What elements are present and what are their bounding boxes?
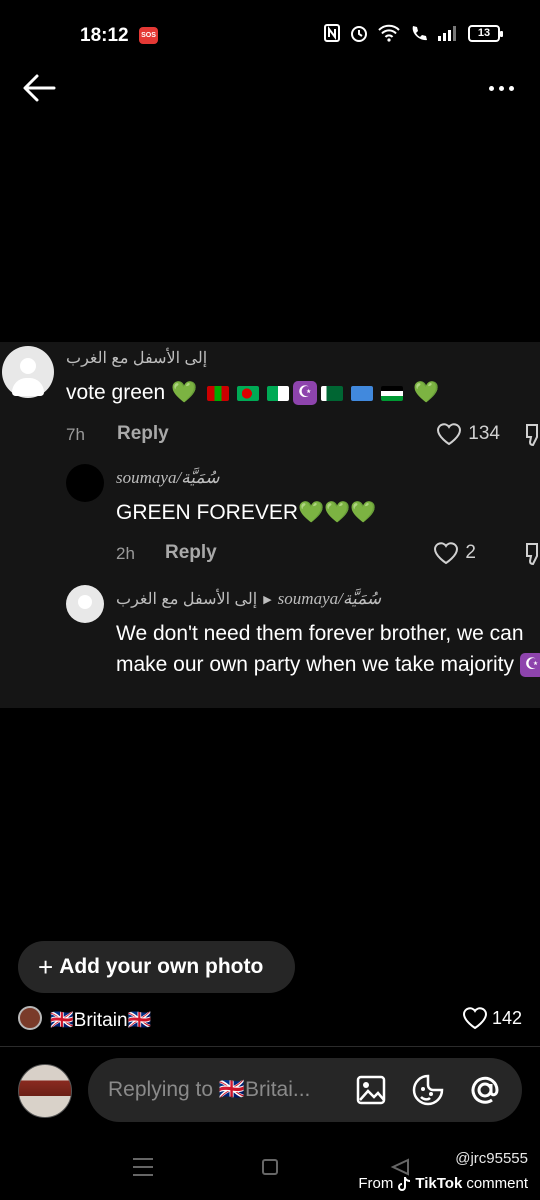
comment-screenshot: إلى الأسفل مع الغرب vote green 💚 ☪ 💚 7h … [0, 342, 540, 708]
volte-icon [412, 26, 427, 41]
alarm-icon [351, 26, 367, 42]
flag-icon [237, 385, 260, 401]
avatar [66, 464, 104, 502]
comment-body: We don't need them forever brother, we c… [116, 622, 524, 676]
sticker-icon[interactable] [410, 1072, 446, 1108]
post-author-row: 🇬🇧Britain🇬🇧 142 [18, 1004, 522, 1034]
crescent-emoji: ☪ [519, 653, 540, 678]
reply-header: إلى الأسفل مع الغرب ▶ soumaya/سُمَيَّة [116, 589, 381, 609]
more-horizontal-icon[interactable] [484, 76, 518, 100]
comment-username: soumaya/سُمَيَّة [116, 468, 220, 487]
dislike-icon[interactable] [524, 541, 540, 567]
comment-text: We don't need them forever brother, we c… [116, 618, 540, 680]
comment-body: GREEN FOREVER [116, 501, 299, 524]
heart-outline-icon [437, 423, 462, 446]
post-like-count: 142 [491, 1007, 522, 1028]
nfc-icon [324, 24, 340, 42]
add-photo-label: Add your own photo [59, 955, 264, 978]
image-icon[interactable] [353, 1072, 389, 1108]
green-heart-emoji: 💚 [324, 501, 351, 524]
comment-age: 7h [66, 425, 85, 444]
plus-icon: + [38, 952, 54, 982]
crescent-emoji: ☪ [293, 381, 318, 406]
status-time: 18:12 [80, 25, 129, 46]
battery-icon: 13 [468, 24, 503, 42]
heart-outline-icon [462, 1007, 487, 1030]
green-heart-emoji: 💚 [350, 501, 377, 524]
comment-username: إلى الأسفل مع الغرب [66, 350, 208, 367]
flag-icon [207, 385, 230, 401]
watermark-suffix: comment [466, 1175, 528, 1192]
sos-badge: SOS [139, 27, 158, 44]
green-heart-emoji: 💚 [412, 381, 440, 404]
avatar [66, 585, 104, 623]
avatar[interactable] [18, 1064, 72, 1118]
add-photo-button[interactable]: + Add your own photo [18, 941, 295, 993]
reply-button[interactable]: Reply [165, 542, 217, 564]
flag-icon [351, 385, 374, 401]
heart-outline-icon [434, 542, 459, 565]
recent-apps-icon[interactable] [133, 1158, 153, 1176]
avatar [2, 346, 54, 398]
post-like-button[interactable]: 142 [462, 1006, 522, 1030]
flag-icon [321, 385, 344, 401]
avatar[interactable] [18, 1006, 42, 1030]
status-bar: 18:12 SOS 13 [0, 0, 540, 70]
green-heart-emoji: 💚 [171, 381, 198, 404]
status-icons: 13 [324, 24, 503, 42]
system-back-icon[interactable] [390, 1158, 410, 1176]
arrow-left-icon[interactable] [20, 70, 60, 106]
wifi-icon [378, 24, 400, 42]
tiktok-logo-icon [398, 1176, 411, 1191]
screen: 18:12 SOS 13 إلى الأسفل مع الغرب vote gr… [0, 0, 540, 1200]
like-button[interactable]: 134 [436, 422, 500, 446]
comment-text: vote green 💚 ☪ 💚 [66, 377, 439, 408]
comment-text: GREEN FOREVER💚💚💚 [116, 497, 377, 528]
flag-icon [267, 385, 290, 401]
divider [0, 1046, 540, 1047]
like-button[interactable]: 2 [433, 541, 476, 565]
reply-to-username: soumaya/سُمَيَّة [277, 589, 382, 608]
comment-age: 2h [116, 544, 135, 563]
watermark-brand: TikTok [415, 1175, 463, 1192]
post-author[interactable]: 🇬🇧Britain🇬🇧 [50, 1008, 151, 1032]
reply-input-placeholder: Replying to 🇬🇧Britai... [108, 1078, 311, 1101]
signal-icon [438, 26, 456, 41]
mention-icon[interactable] [467, 1072, 503, 1108]
reply-input[interactable]: Replying to 🇬🇧Britai... [88, 1058, 522, 1122]
dislike-icon[interactable] [524, 422, 540, 448]
green-heart-emoji: 💚 [298, 501, 325, 524]
like-count: 134 [468, 423, 500, 444]
tiktok-watermark: From TikTok comment [358, 1175, 528, 1192]
like-count: 2 [465, 542, 476, 563]
watermark-handle: @jrc95555 [455, 1150, 528, 1167]
watermark-from: From [358, 1175, 394, 1192]
flag-icon [381, 385, 404, 401]
comment-username: إلى الأسفل مع الغرب [116, 591, 258, 608]
reply-button[interactable]: Reply [117, 423, 169, 445]
reply-arrow-icon: ▶ [263, 593, 272, 606]
home-icon[interactable] [262, 1159, 278, 1175]
comment-body: vote green [66, 381, 166, 404]
